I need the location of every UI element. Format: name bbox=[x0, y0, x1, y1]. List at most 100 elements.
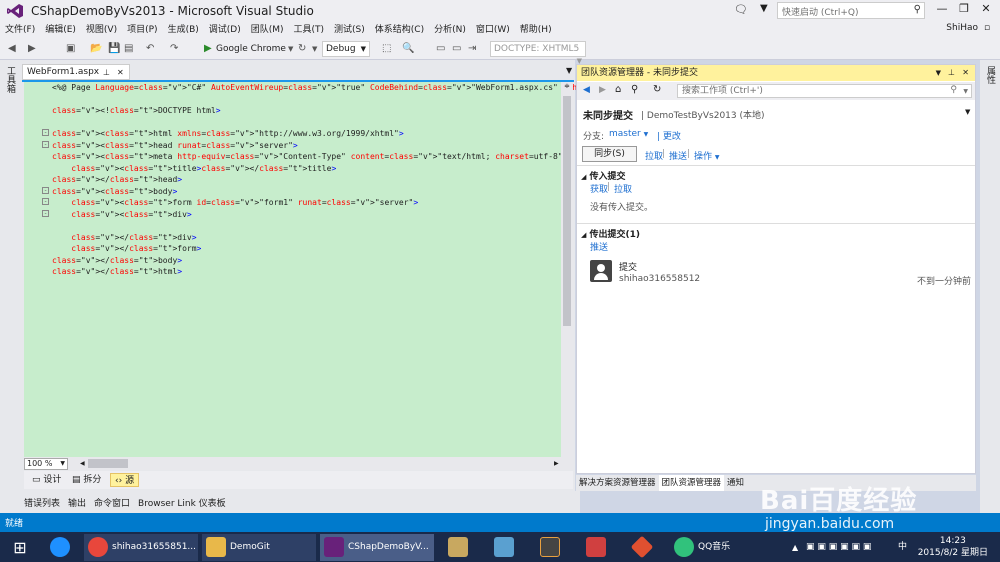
source-view-button[interactable]: ‹› 源 bbox=[110, 473, 140, 487]
toolbox-tab[interactable]: 工具箱 bbox=[4, 66, 17, 93]
close-button[interactable]: ✕ bbox=[976, 2, 996, 18]
menu-help[interactable]: 帮助(H) bbox=[515, 22, 557, 38]
menu-project[interactable]: 项目(P) bbox=[122, 22, 162, 38]
scroll-left-icon[interactable]: ◀ bbox=[80, 460, 86, 467]
minimize-button[interactable]: — bbox=[932, 2, 952, 18]
feedback-icon[interactable]: 🗨 bbox=[734, 3, 748, 16]
menu-tools[interactable]: 工具(T) bbox=[289, 22, 330, 38]
tray-icons[interactable]: ▣ ▣ ▣ ▣ ▣ ▣ bbox=[806, 534, 871, 561]
menu-debug[interactable]: 调试(D) bbox=[204, 22, 246, 38]
menu-file[interactable]: 文件(F) bbox=[0, 22, 40, 38]
solution-explorer-tab[interactable]: 解决方案资源管理器 bbox=[576, 475, 659, 491]
comment-icon[interactable]: ▭ bbox=[436, 42, 445, 56]
horizontal-scrollbar[interactable]: ◀ ▶ bbox=[24, 457, 573, 470]
panel-pin-icon[interactable]: ⊥ bbox=[948, 67, 955, 79]
team-explorer-tab[interactable]: 团队资源管理器 bbox=[658, 475, 725, 491]
scrollbar-thumb[interactable] bbox=[563, 96, 571, 326]
outgoing-commits-header[interactable]: ◢ 传出提交(1) bbox=[581, 227, 640, 240]
run-target-button[interactable]: Google Chrome bbox=[216, 42, 286, 56]
taskbar-item-chrome[interactable]: shihao31655851... bbox=[84, 534, 198, 561]
code-line[interactable]: - class="v"><class="t">div> bbox=[24, 209, 561, 221]
code-line[interactable]: class="v"><!class="t">DOCTYPE html> bbox=[24, 105, 561, 117]
push-link[interactable]: 推送 bbox=[669, 149, 687, 162]
output-tab[interactable]: 输出 bbox=[64, 491, 90, 514]
system-clock[interactable]: 14:23 2015/8/2 星期日 bbox=[918, 535, 988, 559]
ime-indicator[interactable]: 中 bbox=[898, 534, 907, 561]
commit-item[interactable]: 提交 bbox=[619, 260, 637, 273]
find-icon[interactable]: 🔍 bbox=[402, 42, 414, 56]
zoom-select[interactable]: 100 % ▼ bbox=[24, 458, 68, 470]
refresh-icon[interactable]: ↻ bbox=[653, 84, 661, 95]
design-view-button[interactable]: ▭ 设计 bbox=[28, 473, 65, 487]
fold-toggle-icon[interactable]: - bbox=[42, 209, 49, 217]
notebook-app-icon[interactable] bbox=[490, 534, 522, 561]
pin-icon[interactable]: ⊥ bbox=[103, 67, 110, 78]
user-avatar-icon[interactable]: ▫ bbox=[984, 23, 990, 33]
quick-launch-input[interactable]: 快速启动 (Ctrl+Q) ⚲ bbox=[777, 2, 925, 19]
close-tab-icon[interactable]: ✕ bbox=[117, 67, 124, 78]
windows-start-icon[interactable]: ⊞ bbox=[6, 534, 34, 561]
menu-test[interactable]: 测试(S) bbox=[329, 22, 370, 38]
fetch-link[interactable]: 获取 bbox=[590, 182, 608, 195]
code-line[interactable]: - class="v"><class="t">head runat=class="… bbox=[24, 140, 561, 152]
code-line[interactable]: class="v"></class="t">form> bbox=[24, 243, 561, 255]
home-icon[interactable]: ⌂ bbox=[615, 84, 621, 95]
properties-tab[interactable]: 属性 bbox=[984, 66, 997, 84]
fold-toggle-icon[interactable]: - bbox=[42, 198, 49, 205]
panel-options-icon[interactable]: ▼ bbox=[936, 67, 941, 79]
tray-overflow-icon[interactable]: ▲ bbox=[792, 534, 798, 561]
user-name[interactable]: ShiHao bbox=[946, 23, 978, 33]
vertical-scrollbar[interactable]: ≑ bbox=[561, 82, 573, 457]
code-line[interactable]: class="v"></class="t">div> bbox=[24, 232, 561, 244]
code-line[interactable] bbox=[24, 117, 561, 129]
menu-window[interactable]: 窗口(W) bbox=[471, 22, 515, 38]
menu-team[interactable]: 团队(M) bbox=[246, 22, 289, 38]
menu-architecture[interactable]: 体系结构(C) bbox=[370, 22, 429, 38]
app-icon[interactable] bbox=[582, 534, 614, 561]
document-tab[interactable]: WebForm1.aspx ⊥ ✕ bbox=[22, 64, 130, 80]
split-editor-icon[interactable]: ≑ bbox=[562, 82, 572, 94]
scroll-right-icon[interactable]: ▶ bbox=[554, 460, 559, 467]
refresh-dropdown-icon[interactable]: ▼ bbox=[312, 42, 317, 56]
menu-view[interactable]: 视图(V) bbox=[81, 22, 122, 38]
fold-toggle-icon[interactable]: - bbox=[42, 129, 49, 136]
open-file-icon[interactable]: 📂 bbox=[90, 42, 102, 56]
new-project-icon[interactable]: ▣ bbox=[66, 42, 75, 56]
code-line[interactable]: class="v"><class="t">title>class="v"></c… bbox=[24, 163, 561, 175]
navigate-forward-icon[interactable]: ▶ bbox=[28, 42, 36, 56]
error-list-tab[interactable]: 错误列表 bbox=[20, 491, 64, 514]
fold-toggle-icon[interactable]: - bbox=[42, 186, 49, 194]
navigate-back-icon[interactable]: ◀ bbox=[8, 42, 16, 56]
save-all-icon[interactable]: ▤ bbox=[124, 42, 133, 56]
panel-close-icon[interactable]: ✕ bbox=[962, 67, 969, 79]
code-line[interactable]: class="v"></class="t">html> bbox=[24, 266, 561, 278]
command-window-tab[interactable]: 命令窗口 bbox=[90, 491, 134, 514]
h-scrollbar-thumb[interactable] bbox=[88, 459, 128, 468]
pull-link[interactable]: 拉取 bbox=[645, 149, 663, 162]
start-debug-icon[interactable]: ▶ bbox=[204, 42, 212, 56]
code-line[interactable]: class="v"></class="t">body> bbox=[24, 255, 561, 267]
menu-analyze[interactable]: 分析(N) bbox=[429, 22, 471, 38]
git-icon[interactable] bbox=[628, 534, 660, 561]
branch-selector[interactable]: master ▼ bbox=[609, 129, 648, 139]
restore-button[interactable]: ❐ bbox=[954, 2, 974, 18]
split-view-button[interactable]: ▤ 拆分 bbox=[68, 473, 105, 487]
tab-overflow-icon[interactable]: ▼ bbox=[566, 66, 572, 75]
internet-explorer-icon[interactable] bbox=[44, 534, 76, 561]
broom-app-icon[interactable] bbox=[444, 534, 476, 561]
fold-toggle-icon[interactable]: - bbox=[42, 140, 49, 148]
menu-edit[interactable]: 编辑(E) bbox=[40, 22, 81, 38]
forward-icon[interactable]: ▶ bbox=[599, 85, 606, 95]
code-line[interactable] bbox=[24, 220, 561, 232]
uncomment-icon[interactable]: ▭ bbox=[452, 42, 461, 56]
save-icon[interactable]: 💾 bbox=[108, 42, 120, 56]
code-line[interactable] bbox=[24, 94, 561, 106]
doctype-select[interactable]: DOCTYPE: XHTML5 ▼ bbox=[490, 41, 586, 65]
code-line[interactable]: <%@ Page Language=class="v">"C#" AutoEve… bbox=[24, 82, 673, 94]
taskbar-item-qq-music[interactable]: QQ音乐 bbox=[670, 534, 770, 561]
undo-icon[interactable]: ↶ bbox=[146, 42, 154, 56]
connect-icon[interactable]: ⚲ bbox=[631, 84, 638, 95]
sublime-text-icon[interactable] bbox=[536, 534, 568, 561]
redo-icon[interactable]: ↷ bbox=[170, 42, 178, 56]
menu-build[interactable]: 生成(B) bbox=[163, 22, 204, 38]
